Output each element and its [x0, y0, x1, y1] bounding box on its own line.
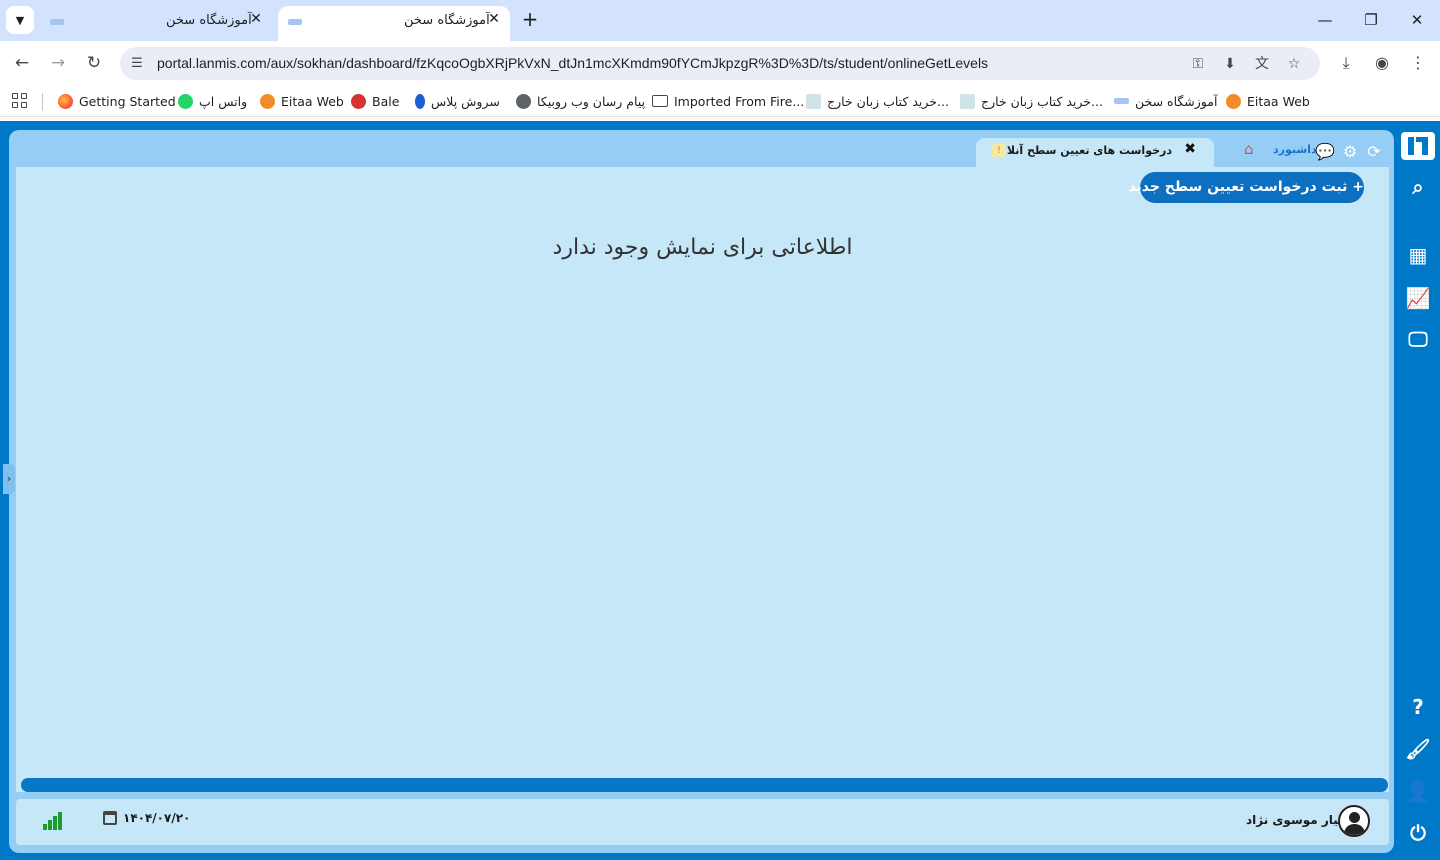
bookmark-star-icon[interactable]: ☆ — [1284, 54, 1304, 74]
browser-tab-active[interactable]: آموزشگاه سخن ✕ — [278, 6, 510, 41]
minimize-icon[interactable]: — — [1313, 8, 1337, 32]
bookmark-label: پیام رسان وب روبیکا — [537, 93, 646, 109]
bookmark-bale[interactable]: Bale — [351, 91, 399, 111]
kebab-menu-icon[interactable]: ⋮ — [1406, 51, 1430, 75]
bookmark-label: خرید کتاب زبان خارج... — [981, 93, 1103, 109]
bookmark-label: Eitaa Web — [1247, 93, 1310, 109]
tab-label: درخواست های تعیین سطح آنلاین — [992, 144, 1172, 157]
date-display: ۱۴۰۴/۰۷/۲۰ — [103, 811, 190, 825]
browser-tab-strip: ▼ آموزشگاه سخن ✕ آموزشگاه سخن ✕ + — ❐ ✕ — [0, 0, 1440, 41]
site-icon — [806, 93, 821, 109]
gear-icon[interactable]: ⚙ — [1340, 142, 1360, 162]
app-frame: ✖ درخواست های تعیین سطح آنلاین ! ⌂ داشبو… — [0, 121, 1440, 860]
refresh-icon[interactable]: ⟳ — [1364, 142, 1384, 162]
bookmark-label: واتس اپ — [199, 93, 248, 109]
new-tab-plus-icon[interactable]: + — [518, 8, 542, 32]
bookmark-book-store-2[interactable]: خرید کتاب زبان خارج... — [960, 91, 1103, 111]
tab-title: آموزشگاه سخن — [166, 13, 252, 28]
tab-title: آموزشگاه سخن — [404, 13, 490, 28]
eitaa-icon — [260, 93, 275, 109]
bookmark-eitaa-2[interactable]: Eitaa Web — [1226, 91, 1310, 111]
content-area: + ثبت درخواست تعیین سطح جدید اطلاعاتی بر… — [16, 167, 1389, 792]
bale-icon — [351, 93, 366, 109]
bookmarks-bar: Getting Started واتس اپ Eitaa Web Bale س… — [0, 85, 1440, 117]
tab-badge-icon: ! — [992, 144, 1006, 158]
dashboard-link[interactable]: داشبورد — [1273, 143, 1317, 156]
app-tabs-row: ✖ درخواست های تعیین سطح آنلاین ! ⌂ داشبو… — [9, 130, 1394, 167]
user-icon[interactable]: 👤 — [1404, 777, 1432, 805]
bookmark-whatsapp[interactable]: واتس اپ — [178, 91, 247, 111]
tab-close-icon[interactable]: ✕ — [486, 11, 502, 27]
restore-icon[interactable]: ❐ — [1359, 8, 1383, 32]
install-app-icon[interactable]: ⬇ — [1220, 54, 1240, 74]
apps-grid-icon[interactable]: ▦ — [1404, 241, 1432, 269]
chat-icon[interactable]: 💬 — [1315, 142, 1335, 162]
main-panel: ✖ درخواست های تعیین سطح آنلاین ! ⌂ داشبو… — [9, 130, 1394, 853]
search-icon[interactable]: ⌕ — [1404, 173, 1432, 201]
apps-grid-icon[interactable] — [12, 93, 28, 109]
bookmarks-separator — [42, 93, 43, 111]
window-close-icon[interactable]: ✕ — [1405, 8, 1429, 32]
current-date: ۱۴۰۴/۰۷/۲۰ — [123, 811, 191, 825]
reload-icon[interactable]: ↻ — [82, 51, 106, 75]
translate-icon[interactable]: 文 — [1252, 54, 1272, 74]
site-icon — [960, 93, 975, 109]
site-info-icon[interactable]: ☰ — [128, 55, 146, 73]
bookmark-label: Getting Started — [79, 93, 176, 109]
tab-close-icon[interactable]: ✕ — [248, 11, 264, 27]
bookmark-soroush[interactable]: سروش پلاس — [415, 91, 500, 111]
bookmark-eitaa[interactable]: Eitaa Web — [260, 91, 344, 111]
bookmark-sokhan[interactable]: آموزشگاه سخن — [1114, 91, 1217, 111]
profile-icon[interactable]: ◉ — [1370, 51, 1394, 75]
new-level-request-button[interactable]: + ثبت درخواست تعیین سطح جدید — [1128, 172, 1364, 203]
connection-signal-icon — [43, 810, 67, 830]
address-bar[interactable]: ☰ portal.lanmis.com/aux/sokhan/dashboard… — [120, 47, 1320, 80]
close-tab-icon[interactable]: ✖ — [1184, 141, 1196, 157]
paint-brush-icon[interactable]: 🖌 — [1404, 735, 1432, 763]
site-favicon-icon — [50, 19, 64, 25]
bookmark-label: Imported From Fire... — [674, 93, 805, 109]
bookmark-label: آموزشگاه سخن — [1135, 93, 1218, 109]
empty-state-message: اطلاعاتی برای نمایش وجود ندارد — [552, 235, 853, 260]
url-text[interactable]: portal.lanmis.com/aux/sokhan/dashboard/f… — [157, 55, 988, 71]
soroush-icon — [415, 93, 425, 109]
logo[interactable] — [1401, 132, 1435, 160]
firefox-icon — [58, 93, 73, 109]
browser-toolbar: ← → ↻ ☰ portal.lanmis.com/aux/sokhan/das… — [0, 41, 1440, 85]
bookmark-folder-imported[interactable]: Imported From Fire... — [652, 91, 804, 111]
monitor-icon[interactable]: 🖵 — [1404, 325, 1432, 353]
eitaa-icon — [1226, 93, 1241, 109]
calendar-icon — [103, 811, 117, 825]
site-favicon-icon — [288, 19, 302, 25]
password-key-icon[interactable]: ⚿ — [1188, 54, 1208, 74]
home-icon[interactable]: ⌂ — [1244, 140, 1254, 158]
chart-line-icon[interactable]: 📈 — [1404, 284, 1432, 312]
horizontal-scrollbar[interactable] — [21, 778, 1388, 792]
bookmark-book-store-1[interactable]: خرید کتاب زبان خارج... — [806, 91, 949, 111]
browser-tab-inactive[interactable]: آموزشگاه سخن ✕ — [40, 6, 272, 41]
bookmark-rubika[interactable]: پیام رسان وب روبیکا — [516, 91, 645, 111]
downloads-icon[interactable]: ⤓ — [1334, 51, 1358, 75]
bookmark-label: سروش پلاس — [431, 93, 500, 109]
back-arrow-icon[interactable]: ← — [10, 51, 34, 75]
bookmark-label: خرید کتاب زبان خارج... — [827, 93, 949, 109]
help-icon[interactable]: ? — [1404, 693, 1432, 721]
tab-search-chevron-icon[interactable]: ▼ — [6, 6, 34, 34]
tab-online-level-requests[interactable]: ✖ درخواست های تعیین سطح آنلاین ! — [976, 138, 1214, 167]
bookmark-label: Eitaa Web — [281, 93, 344, 109]
status-bar: ۱۴۰۴/۰۷/۲۰ مهیار موسوی نژاد — [16, 799, 1389, 845]
bookmark-getting-started[interactable]: Getting Started — [58, 91, 176, 111]
globe-icon — [516, 93, 531, 109]
power-icon[interactable]: ⏻ — [1404, 819, 1432, 847]
whatsapp-icon — [178, 93, 193, 109]
folder-icon — [652, 95, 668, 107]
site-icon — [1114, 98, 1129, 104]
avatar[interactable] — [1338, 805, 1370, 837]
sidebar-toggle-chevron-icon[interactable]: › — [3, 464, 15, 494]
forward-arrow-icon[interactable]: → — [46, 51, 70, 75]
bookmark-label: Bale — [372, 93, 400, 109]
